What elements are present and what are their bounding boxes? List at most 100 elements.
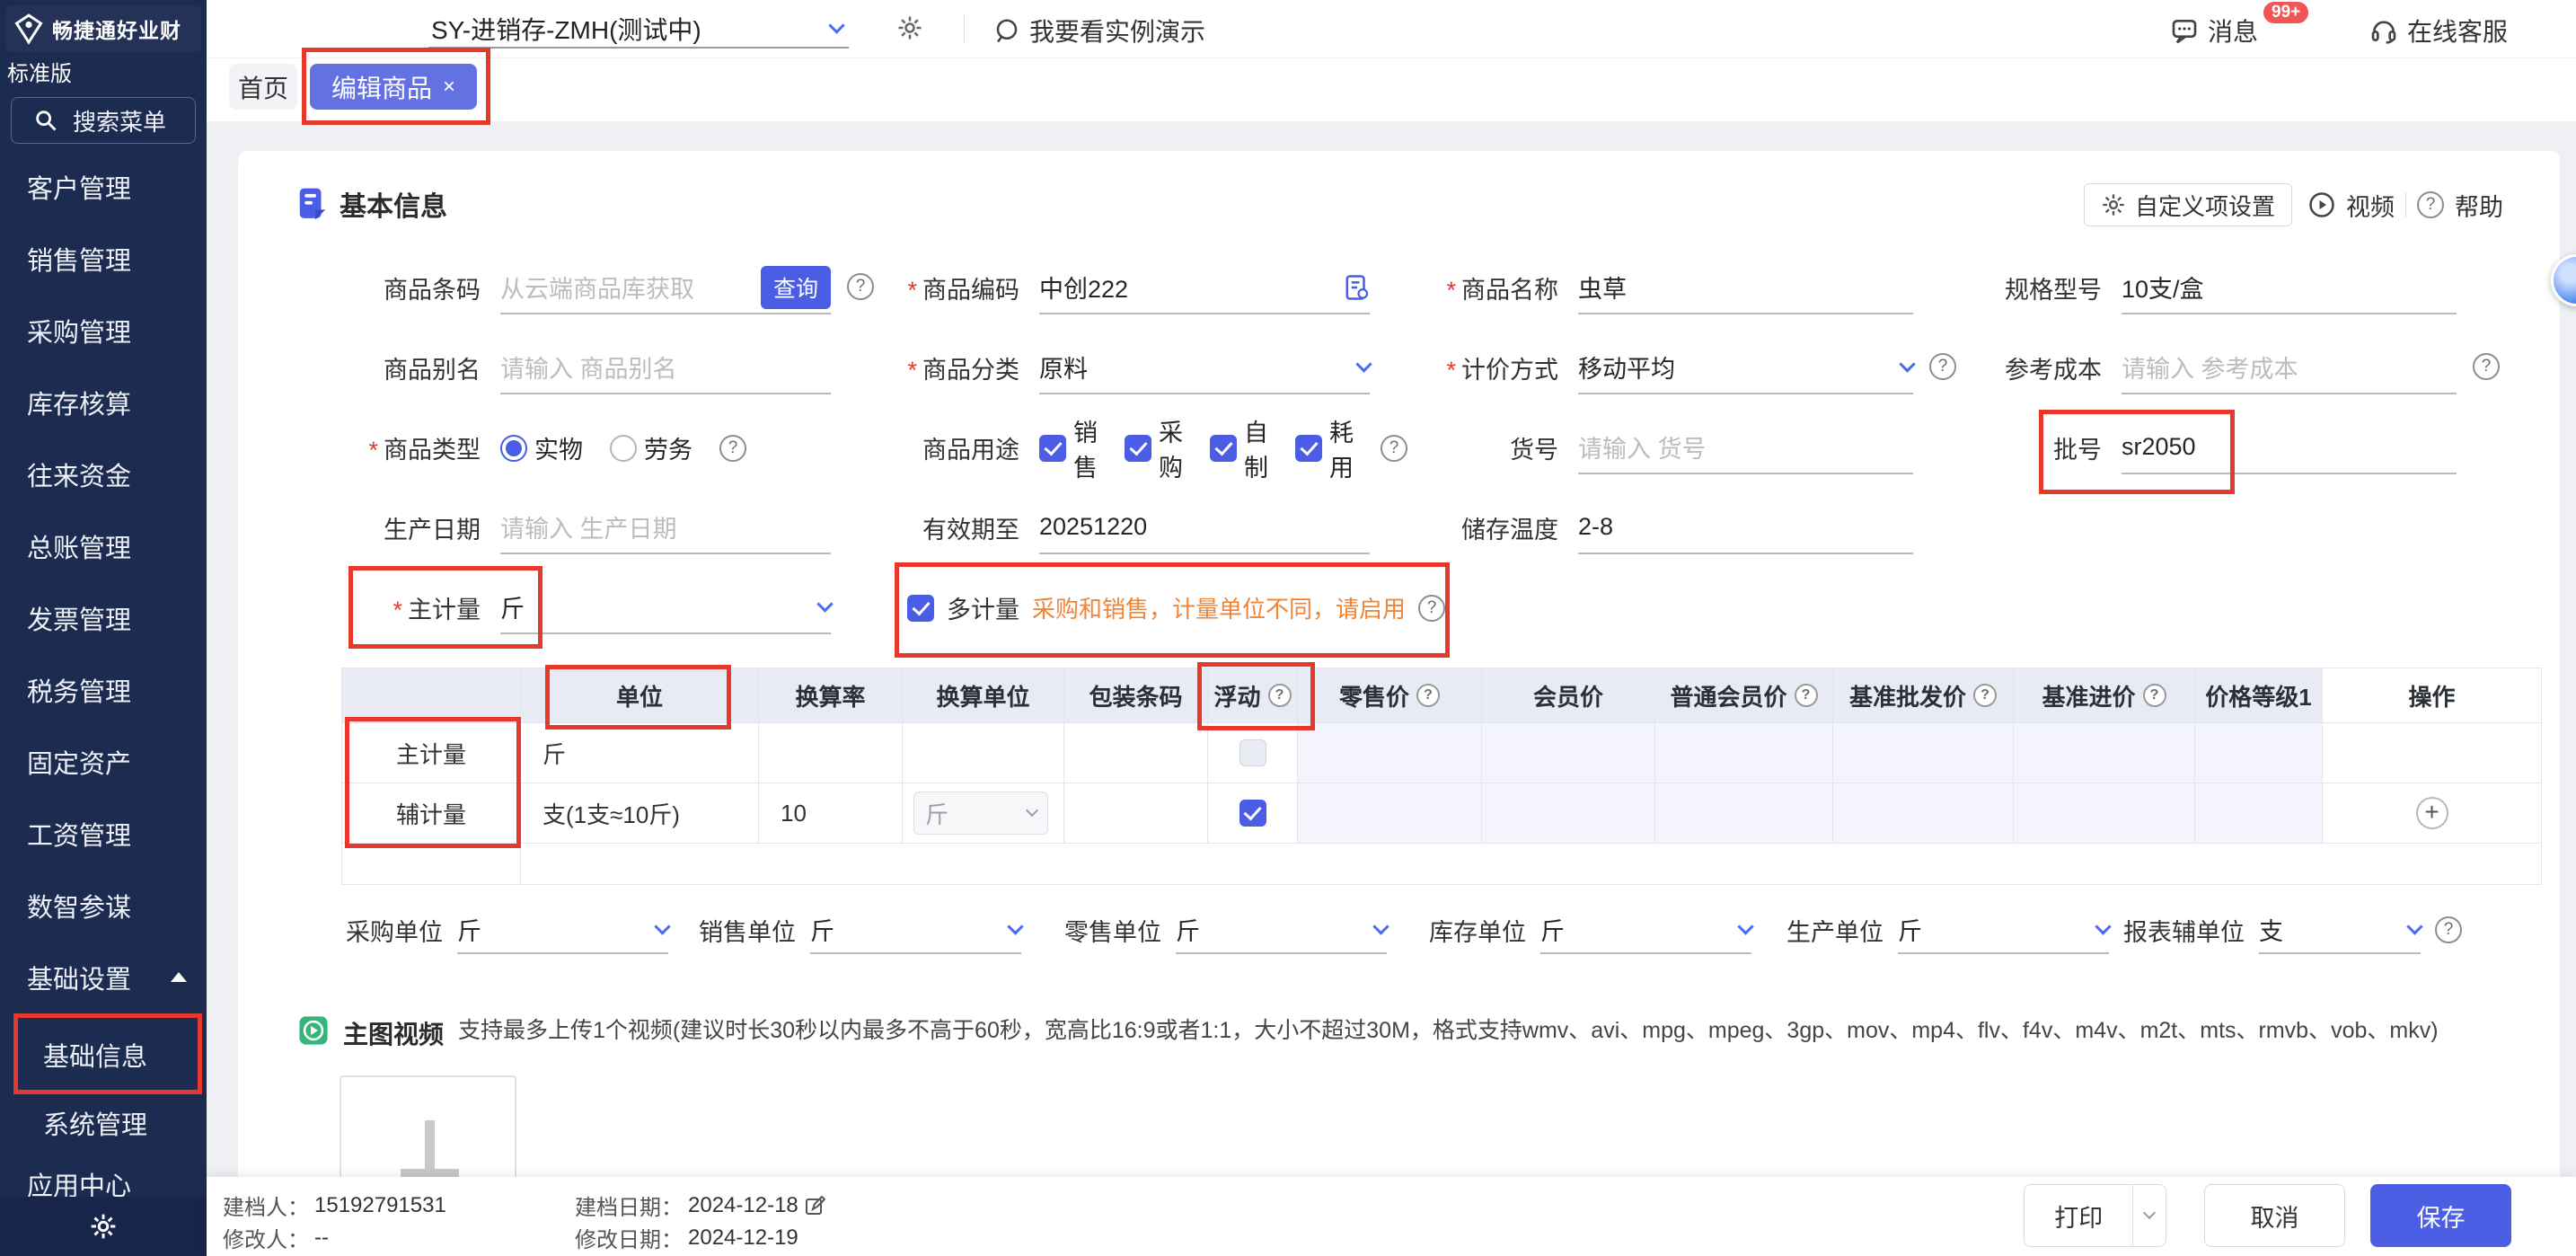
modifier-meta: 修改人：-- <box>223 1222 329 1253</box>
help-icon <box>2417 191 2444 218</box>
artno-input[interactable]: 请输入 货号 <box>1578 422 1913 474</box>
sidebar-item-tax[interactable]: 税务管理 <box>0 670 207 710</box>
field-valuation: 计价方式 移动平均 <box>1419 328 1963 408</box>
checkbox-usage-selfmade[interactable]: 自制 <box>1210 413 1268 483</box>
sidebar-item-invoice[interactable]: 发票管理 <box>0 598 207 638</box>
cell-wholesale[interactable] <box>1833 723 2014 783</box>
video-link[interactable]: 视频 <box>2346 188 2395 223</box>
code-rule-icon[interactable] <box>1345 274 1370 301</box>
sidebar-item-inventory[interactable]: 库存核算 <box>0 383 207 422</box>
cell-retail[interactable] <box>1298 783 1482 844</box>
search-icon <box>33 108 58 133</box>
name-input[interactable]: 虫草 <box>1578 262 1913 314</box>
cell-common-member[interactable] <box>1655 783 1833 844</box>
report-aux-unit-select[interactable]: 支 <box>2259 906 2421 954</box>
col-floating: 浮动 <box>1208 668 1298 723</box>
batch-input[interactable]: sr2050 <box>2122 422 2457 474</box>
help-group: 视频 帮助 <box>2308 183 2503 226</box>
sidebar-item-ledger[interactable]: 总账管理 <box>0 526 207 566</box>
purchase-unit-select[interactable]: 斤 <box>457 906 668 954</box>
field-multiunit: 多计量 采购和销售，计量单位不同，请启用 <box>907 568 1445 648</box>
sidebar-item-funds[interactable]: 往来资金 <box>0 455 207 494</box>
edition-label: 标准版 <box>7 56 72 87</box>
modified-date-meta: 修改日期：2024-12-19 <box>575 1222 798 1253</box>
sidebar-item-purchase[interactable]: 采购管理 <box>0 311 207 350</box>
stock-unit-select[interactable]: 斤 <box>1540 906 1751 954</box>
cell-retail[interactable] <box>1298 723 1482 783</box>
sidebar-search[interactable]: 搜索菜单 <box>11 97 196 144</box>
radio-service[interactable]: 劳务 <box>610 430 693 465</box>
question-icon <box>1381 435 1407 462</box>
demo-link[interactable]: 我要看实例演示 <box>993 13 1205 49</box>
conv-unit-select[interactable]: 斤 <box>913 792 1048 835</box>
collapse-arrow-icon <box>171 972 187 982</box>
question-icon <box>719 435 746 462</box>
field-batch: 批号 sr2050 <box>1963 408 2506 488</box>
field-artno: 货号 请输入 货号 <box>1419 408 1963 488</box>
tab-edit-product[interactable]: 编辑商品 × <box>310 64 477 110</box>
edit-pencil-icon[interactable] <box>804 1195 825 1216</box>
checkbox-usage-consume[interactable]: 耗用 <box>1295 413 1354 483</box>
alias-input[interactable]: 请输入 商品别名 <box>500 342 831 394</box>
cell-member[interactable] <box>1482 783 1655 844</box>
spec-input[interactable]: 10支/盒 <box>2122 262 2457 314</box>
cell-level1[interactable] <box>2195 783 2323 844</box>
production-unit-select[interactable]: 斤 <box>1898 906 2109 954</box>
checkbox-floating-checked[interactable] <box>1239 800 1266 827</box>
radio-physical[interactable]: 实物 <box>500 430 583 465</box>
tab-home[interactable]: 首页 <box>229 64 297 110</box>
cell-common-member[interactable] <box>1655 723 1833 783</box>
refcost-input[interactable]: 请输入 参考成本 <box>2122 342 2457 394</box>
checkbox-usage-sale[interactable]: 销售 <box>1039 413 1098 483</box>
cell-wholesale[interactable] <box>1833 783 2014 844</box>
code-input[interactable]: 中创222 <box>1039 262 1370 314</box>
cell-level1[interactable] <box>2195 723 2323 783</box>
sidebar-item-payroll[interactable]: 工资管理 <box>0 814 207 854</box>
sidebar-item-customer[interactable]: 客户管理 <box>0 167 207 207</box>
query-button[interactable]: 查询 <box>761 266 831 309</box>
cell-purchase[interactable] <box>2014 783 2195 844</box>
field-type: 商品类型 实物 劳务 <box>341 408 880 488</box>
category-select[interactable]: 原料 <box>1039 342 1370 394</box>
cancel-button[interactable]: 取消 <box>2204 1184 2345 1247</box>
gear-icon[interactable] <box>896 14 923 41</box>
sidebar-item-analytics[interactable]: 数智参谋 <box>0 886 207 925</box>
col-common-member-price: 普通会员价 <box>1655 668 1833 723</box>
field-expiry: 有效期至 20251220 <box>880 488 1419 568</box>
org-selector[interactable]: SY-进销存-ZMH(测试中) <box>431 11 701 47</box>
sidebar-item-sales[interactable]: 销售管理 <box>0 239 207 279</box>
cell-purchase[interactable] <box>2014 723 2195 783</box>
temp-input[interactable]: 2-8 <box>1578 502 1913 554</box>
col-price-level1: 价格等级1 <box>2195 668 2323 723</box>
sidebar-item-basic-info[interactable]: 基础信息 <box>0 1035 207 1075</box>
save-button[interactable]: 保存 <box>2370 1184 2511 1247</box>
chevron-down-icon <box>1372 918 1389 934</box>
expiry-input[interactable]: 20251220 <box>1039 502 1370 554</box>
support-button[interactable]: 在线客服 <box>2369 13 2508 49</box>
rate-input[interactable]: 10 <box>759 783 903 844</box>
section-title: 基本信息 <box>340 184 447 224</box>
valuation-select[interactable]: 移动平均 <box>1578 342 1913 394</box>
checkbox-multiunit[interactable] <box>907 595 934 622</box>
messages-button[interactable]: 消息 <box>2170 13 2258 49</box>
sidebar-item-system[interactable]: 系统管理 <box>0 1103 207 1143</box>
pack-barcode-input[interactable] <box>1064 783 1208 844</box>
gear-icon[interactable] <box>89 1212 118 1241</box>
custom-fields-button[interactable]: 自定义项设置 <box>2084 183 2292 226</box>
sidebar-item-settings[interactable]: 基础设置 <box>0 958 207 997</box>
sale-unit-select[interactable]: 斤 <box>810 906 1021 954</box>
barcode-input[interactable]: 从云端商品库获取 查询 <box>500 262 831 314</box>
proddate-input[interactable]: 请输入 生产日期 <box>500 502 831 554</box>
question-icon <box>1416 684 1440 707</box>
print-button[interactable]: 打印 <box>2025 1185 2132 1246</box>
mainunit-select[interactable]: 斤 <box>500 582 831 634</box>
sidebar-item-assets[interactable]: 固定资产 <box>0 742 207 782</box>
retail-unit-select[interactable]: 斤 <box>1176 906 1387 954</box>
checkbox-usage-purchase[interactable]: 采购 <box>1125 413 1183 483</box>
col-rate: 换算率 <box>759 668 903 723</box>
print-dropdown-button[interactable] <box>2132 1185 2166 1246</box>
close-tab-icon[interactable]: × <box>443 75 455 100</box>
cell-member[interactable] <box>1482 723 1655 783</box>
add-row-icon[interactable] <box>2416 797 2448 829</box>
help-link[interactable]: 帮助 <box>2455 188 2503 223</box>
